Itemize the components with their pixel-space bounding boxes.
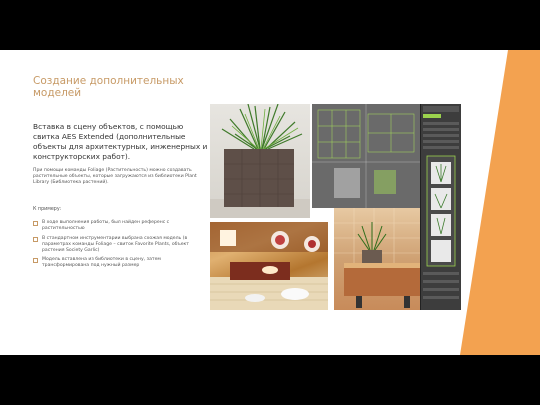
accent-shape — [460, 50, 508, 355]
bullet-list: В ходе выполнения работы, был найден реф… — [33, 220, 208, 273]
example-label: К примеру: — [33, 207, 62, 212]
bullet-text: Модель вставлена из библиотеки в сцену, … — [42, 257, 161, 268]
bullet-marker-icon — [33, 221, 38, 226]
bullet-marker-icon — [33, 236, 38, 242]
plant-render-image — [210, 104, 310, 218]
bullet-text: В стандартном инструментарии выбрана схо… — [42, 235, 189, 253]
command-panel-image — [420, 104, 461, 310]
slide-subtitle: Вставка в сцену объектов, с помощью свит… — [33, 122, 208, 161]
body-text: При помощи команды Foliage (Растительнос… — [33, 168, 197, 185]
kitchen-render-image — [210, 222, 328, 310]
slide-title: Создание дополнительных моделей — [33, 75, 184, 99]
bullet-marker-icon — [33, 258, 38, 263]
slide: Создание дополнительных моделей Вставка … — [0, 50, 540, 355]
bullet-item: В ходе выполнения работы, был найден реф… — [33, 220, 208, 232]
bullet-item: В стандартном инструментарии выбрана схо… — [33, 236, 208, 254]
bullet-item: Модель вставлена из библиотеки в сцену, … — [33, 257, 208, 269]
accent-bar — [508, 50, 540, 355]
bullet-text: В ходе выполнения работы, был найден реф… — [42, 220, 170, 231]
